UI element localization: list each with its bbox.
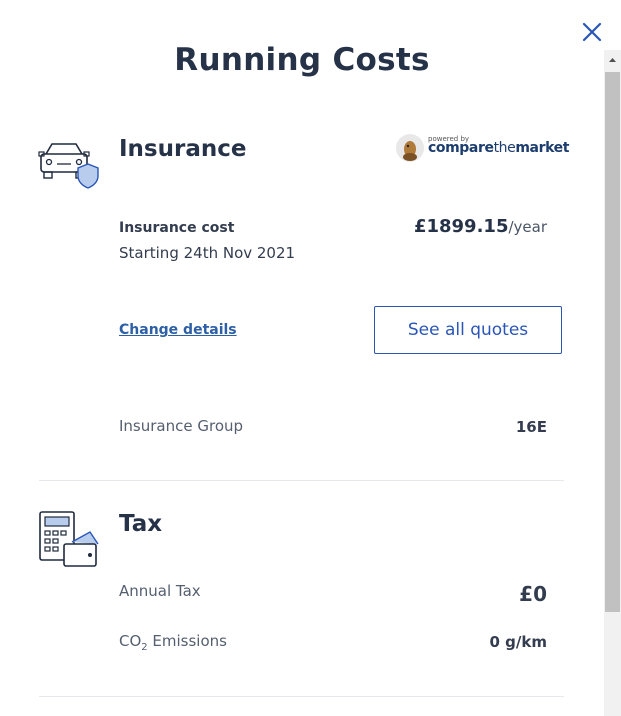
calculator-wallet-icon xyxy=(39,511,99,567)
insurance-group-label: Insurance Group xyxy=(119,417,244,435)
tax-heading: Tax xyxy=(119,511,163,537)
see-all-quotes-button[interactable]: See all quotes xyxy=(374,306,562,354)
change-details-link[interactable]: Change details xyxy=(119,322,237,338)
modal-title: Running Costs xyxy=(174,42,430,78)
scrollbar[interactable] xyxy=(604,50,621,716)
comparethemarket-logo[interactable]: powered by comparethemarket xyxy=(396,134,570,166)
annual-tax-label: Annual Tax xyxy=(119,582,201,600)
section-divider xyxy=(39,696,564,697)
insurance-group-value: 16E xyxy=(515,418,547,436)
running-costs-modal: Running Costs Insurance powered by compa… xyxy=(0,0,604,716)
meerkat-badge-icon xyxy=(396,134,424,162)
scroll-up-arrow-icon[interactable] xyxy=(604,50,621,70)
insurance-price: £1899.15/year xyxy=(413,216,547,237)
close-icon[interactable] xyxy=(580,20,604,44)
annual-tax-value: £0 xyxy=(519,582,547,606)
car-shield-icon xyxy=(38,143,99,189)
partner-name: comparethemarket xyxy=(428,140,570,156)
insurance-start-date: Starting 24th Nov 2021 xyxy=(119,244,296,262)
section-divider xyxy=(39,480,564,481)
scrollbar-thumb[interactable] xyxy=(605,72,620,612)
insurance-heading: Insurance xyxy=(119,136,247,162)
price-unit: /year xyxy=(508,218,547,236)
co2-emissions-label: CO2 Emissions xyxy=(119,632,227,653)
insurance-cost-label: Insurance cost xyxy=(119,220,235,236)
co2-emissions-value: 0 g/km xyxy=(489,633,547,651)
